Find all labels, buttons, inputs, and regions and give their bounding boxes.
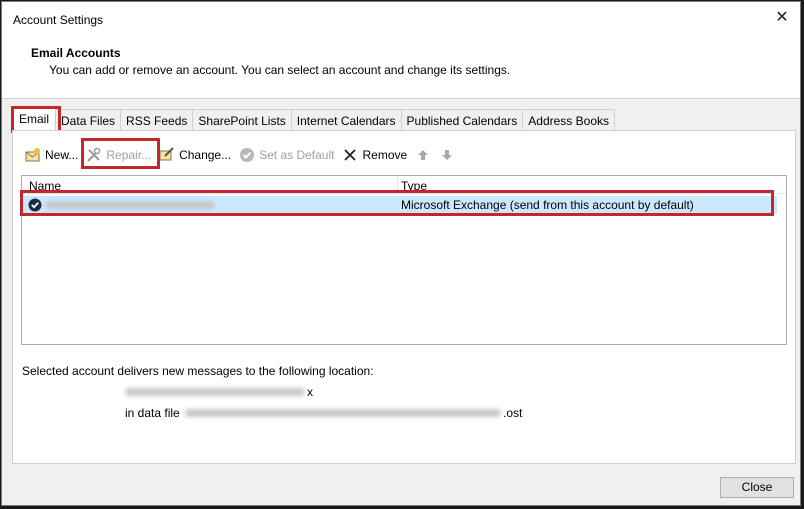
repair-button-label: Repair... [106, 148, 152, 162]
new-button-label: New... [45, 148, 79, 162]
change-account-icon [159, 147, 175, 163]
header-description: You can add or remove an account. You ca… [49, 63, 511, 77]
remove-button[interactable]: Remove [342, 145, 407, 165]
tab-internet-calendars[interactable]: Internet Calendars [290, 109, 402, 130]
column-header-type[interactable]: Type [401, 179, 427, 193]
tab-email[interactable]: Email [12, 107, 57, 130]
account-row[interactable]: Microsoft Exchange (send from this accou… [23, 196, 777, 214]
tab-data-files[interactable]: Data Files [55, 109, 122, 130]
tab-strip: Email Data Files RSS Feeds SharePoint Li… [12, 107, 615, 131]
set-as-default-label: Set as Default [259, 148, 335, 162]
close-button[interactable]: Close [720, 477, 794, 498]
header-area: Email Accounts You can add or remove an … [2, 38, 800, 99]
column-header-name[interactable]: Name [29, 179, 61, 193]
account-name-redacted [45, 201, 215, 209]
checkmark-circle-icon [239, 147, 255, 163]
header-title: Email Accounts [31, 46, 121, 60]
inbox-path-redacted [125, 388, 305, 396]
tab-sharepoint-lists[interactable]: SharePoint Lists [192, 109, 292, 130]
inbox-path-suffix: x [307, 385, 313, 399]
move-up-arrow-icon[interactable] [415, 147, 431, 163]
remove-x-icon [342, 147, 358, 163]
default-account-check-icon [28, 198, 42, 212]
tab-rss-feeds[interactable]: RSS Feeds [120, 109, 194, 130]
move-down-arrow-icon[interactable] [439, 147, 455, 163]
account-settings-window: Account Settings ✕ Email Accounts You ca… [1, 1, 801, 506]
window-title: Account Settings [13, 13, 104, 27]
remove-button-label: Remove [362, 148, 408, 162]
tab-published-calendars[interactable]: Published Calendars [400, 109, 524, 130]
data-file-path-redacted [185, 409, 501, 417]
tab-address-books[interactable]: Address Books [522, 109, 615, 130]
list-header: Name Type [22, 176, 786, 194]
toolbar: New... Repair... Change... Set as Defaul… [25, 145, 463, 165]
data-file-prefix: in data file [125, 406, 180, 420]
repair-tools-icon [86, 147, 102, 163]
data-file-extension: .ost [503, 406, 523, 420]
title-bar: Account Settings ✕ [2, 2, 800, 38]
delivery-location-label: Selected account delivers new messages t… [22, 364, 374, 378]
new-button[interactable]: New... [25, 145, 78, 165]
column-divider[interactable] [397, 176, 398, 193]
new-account-icon [25, 147, 41, 163]
change-button-label: Change... [179, 148, 232, 162]
email-tab-panel: New... Repair... Change... Set as Defaul… [12, 130, 796, 464]
account-type: Microsoft Exchange (send from this accou… [401, 198, 694, 212]
change-button[interactable]: Change... [159, 145, 231, 165]
close-icon[interactable]: ✕ [772, 8, 792, 28]
set-as-default-button[interactable]: Set as Default [239, 145, 334, 165]
repair-button[interactable]: Repair... [86, 145, 151, 165]
accounts-list[interactable]: Name Type Microsoft Exchange (send from … [21, 175, 787, 345]
